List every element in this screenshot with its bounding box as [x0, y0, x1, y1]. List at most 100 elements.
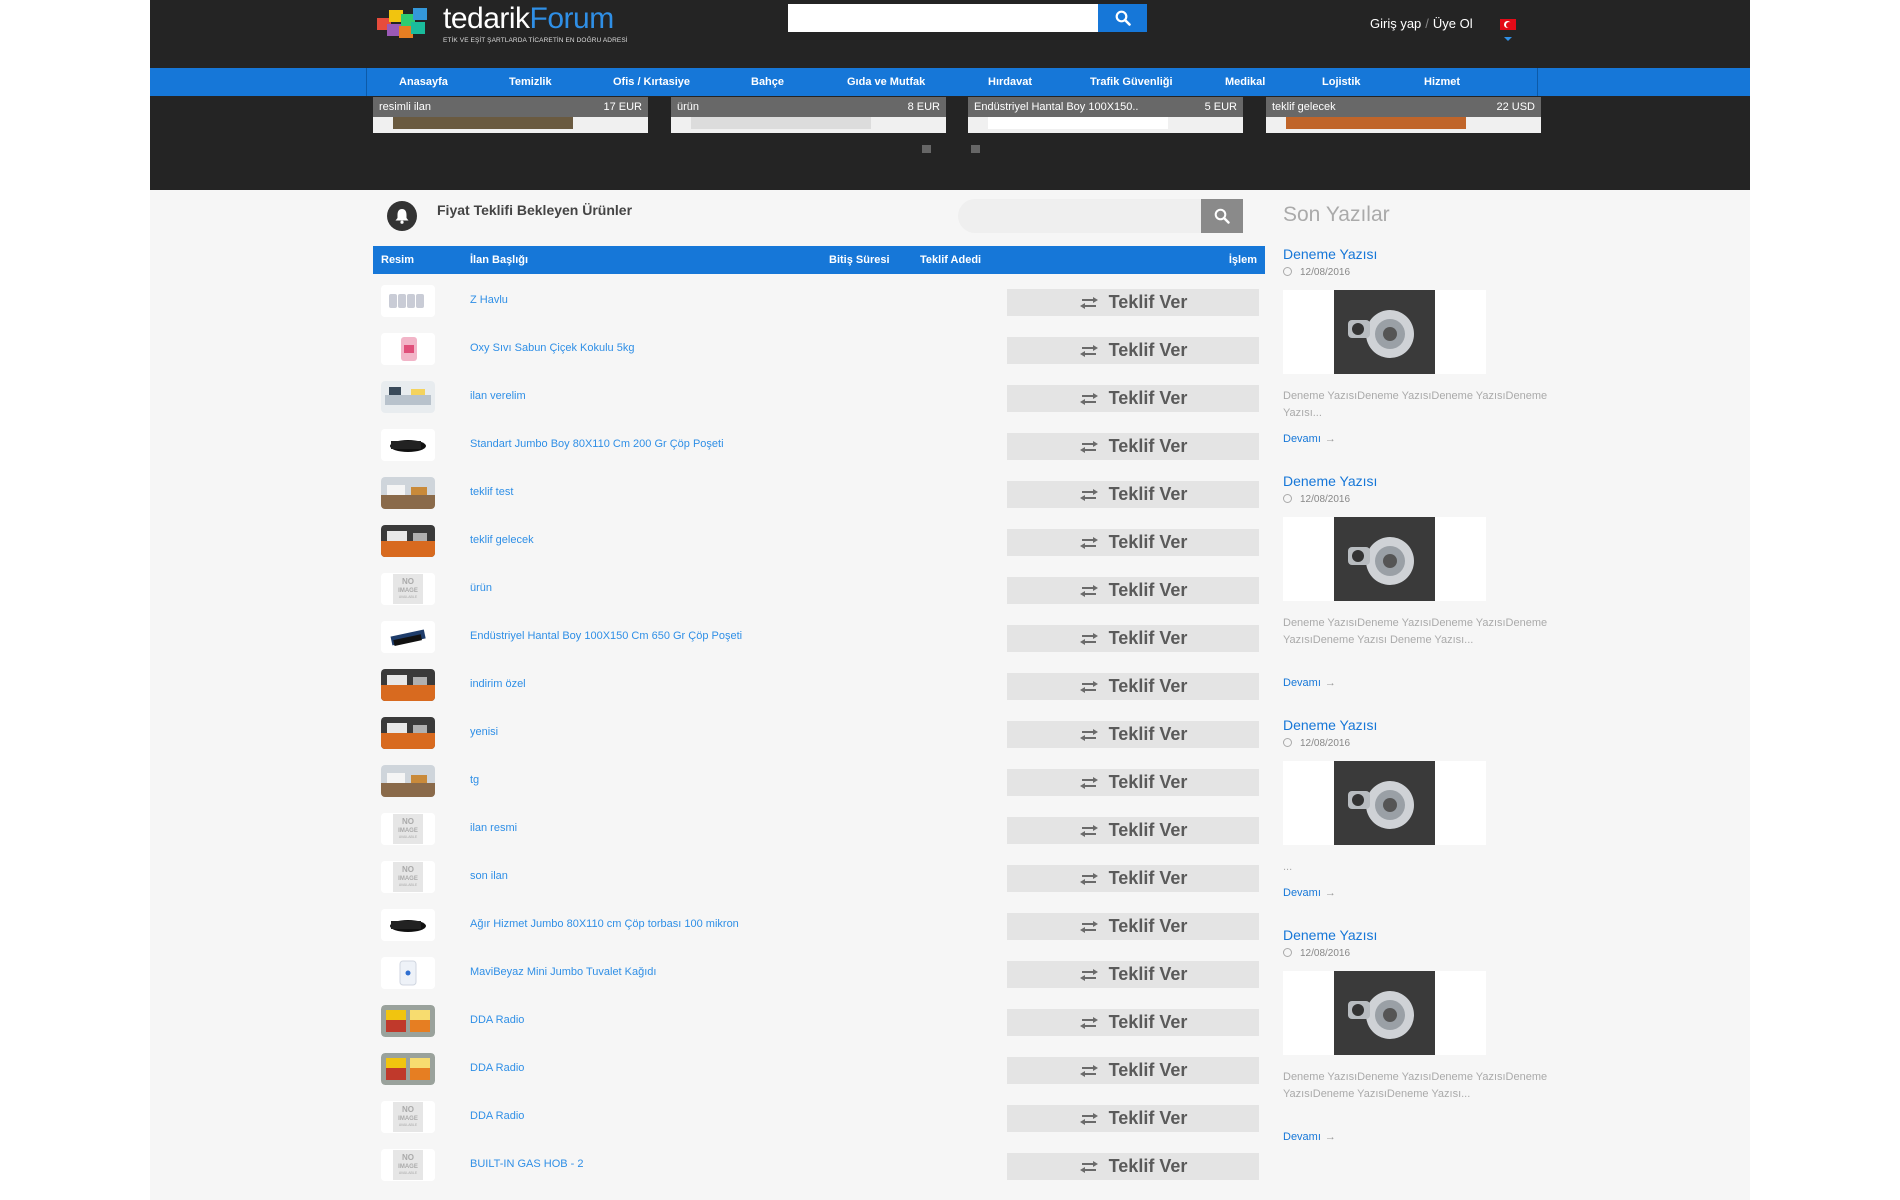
register-link[interactable]: Üye Ol	[1433, 16, 1473, 31]
site-logo[interactable]: tedarikForum ETİK VE EŞİT ŞARTLARDA TİCA…	[373, 2, 663, 48]
nav-item[interactable]: Anasayfa	[399, 68, 448, 96]
nav-item[interactable]: Bahçe	[751, 68, 784, 96]
carousel-dot[interactable]	[922, 145, 931, 153]
col-header-title[interactable]: İlan Başlığı	[470, 246, 528, 274]
make-offer-button[interactable]: Teklif Ver	[1007, 721, 1259, 748]
listing-thumbnail[interactable]	[381, 1005, 435, 1037]
nav-item[interactable]: Trafik Güvenliği	[1090, 68, 1173, 96]
listing-thumbnail[interactable]	[381, 429, 435, 461]
post-image[interactable]	[1283, 290, 1486, 374]
post-title-link[interactable]: Deneme Yazısı	[1283, 246, 1377, 262]
listing-title-link[interactable]: ilan verelim	[470, 390, 526, 402]
listing-thumbnail[interactable]	[381, 285, 435, 317]
nav-item[interactable]: Temizlik	[509, 68, 552, 96]
post-image[interactable]	[1283, 517, 1486, 601]
listing-thumbnail[interactable]	[381, 669, 435, 701]
listing-thumbnail[interactable]: NO IMAGE AVAILABLE	[381, 813, 435, 845]
listing-title-link[interactable]: Endüstriyel Hantal Boy 100X150 Cm 650 Gr…	[470, 630, 742, 642]
listing-title-link[interactable]: tg	[470, 774, 479, 786]
listing-search-input[interactable]	[958, 199, 1208, 233]
nav-item[interactable]: Hırdavat	[988, 68, 1032, 96]
listing-title-link[interactable]: yenisi	[470, 726, 498, 738]
listing-thumbnail[interactable]	[381, 909, 435, 941]
listing-title-link[interactable]: Z Havlu	[470, 294, 508, 306]
listing-title-link[interactable]: DDA Radio	[470, 1062, 524, 1074]
col-header-offers[interactable]: Teklif Adedi	[920, 246, 981, 274]
listing-thumbnail[interactable]	[381, 717, 435, 749]
listing-thumbnail[interactable]: NO IMAGE AVAILABLE	[381, 861, 435, 893]
make-offer-button[interactable]: Teklif Ver	[1007, 1153, 1259, 1180]
post-image[interactable]	[1283, 971, 1486, 1055]
carousel-item[interactable]: teklif gelecek 22 USD	[1266, 97, 1541, 133]
nav-item[interactable]: Ofis / Kırtasiye	[613, 68, 690, 96]
listing-thumbnail[interactable]	[381, 621, 435, 653]
make-offer-label: Teklif Ver	[1108, 388, 1188, 408]
nav-item[interactable]: Hizmet	[1424, 68, 1460, 96]
read-more-link[interactable]: Devamı →	[1283, 1131, 1336, 1143]
listing-title-link[interactable]: BUILT-IN GAS HOB - 2	[470, 1158, 584, 1170]
listing-thumbnail[interactable]	[381, 957, 435, 989]
make-offer-button[interactable]: Teklif Ver	[1007, 865, 1259, 892]
read-more-link[interactable]: Devamı →	[1283, 677, 1336, 689]
listing-title-link[interactable]: son ilan	[470, 870, 508, 882]
listing-title-link[interactable]: Ağır Hizmet Jumbo 80X110 cm Çöp torbası …	[470, 918, 739, 930]
listing-thumbnail[interactable]: NO IMAGE AVAILABLE	[381, 573, 435, 605]
make-offer-button[interactable]: Teklif Ver	[1007, 817, 1259, 844]
make-offer-button[interactable]: Teklif Ver	[1007, 289, 1259, 316]
listing-title-link[interactable]: teklif gelecek	[470, 534, 534, 546]
read-more-link[interactable]: Devamı →	[1283, 433, 1336, 445]
listing-thumbnail[interactable]	[381, 765, 435, 797]
post-image[interactable]	[1283, 761, 1486, 845]
make-offer-button[interactable]: Teklif Ver	[1007, 529, 1259, 556]
clock-icon	[1283, 494, 1292, 503]
login-link[interactable]: Giriş yap	[1370, 16, 1421, 31]
listing-title-link[interactable]: teklif test	[470, 486, 513, 498]
chevron-down-icon[interactable]	[1504, 37, 1512, 41]
make-offer-button[interactable]: Teklif Ver	[1007, 913, 1259, 940]
make-offer-button[interactable]: Teklif Ver	[1007, 433, 1259, 460]
carousel-item[interactable]: Endüstriyel Hantal Boy 100X150.. 5 EUR	[968, 97, 1243, 133]
post-title-link[interactable]: Deneme Yazısı	[1283, 473, 1377, 489]
nav-item[interactable]: Gıda ve Mutfak	[847, 68, 925, 96]
listing-thumbnail[interactable]	[381, 525, 435, 557]
listing-thumbnail[interactable]: NO IMAGE AVAILABLE	[381, 1101, 435, 1133]
carousel-dot[interactable]	[971, 145, 980, 153]
exchange-arrows-icon	[1079, 968, 1098, 981]
listing-title-link[interactable]: ürün	[470, 582, 492, 594]
post-title-link[interactable]: Deneme Yazısı	[1283, 927, 1377, 943]
make-offer-button[interactable]: Teklif Ver	[1007, 1057, 1259, 1084]
make-offer-button[interactable]: Teklif Ver	[1007, 1105, 1259, 1132]
nav-item[interactable]: Medikal	[1225, 68, 1265, 96]
listing-title-link[interactable]: Standart Jumbo Boy 80X110 Cm 200 Gr Çöp …	[470, 438, 724, 450]
header-search-button[interactable]	[1098, 4, 1147, 32]
listing-title-link[interactable]: indirim özel	[470, 678, 526, 690]
listing-thumbnail[interactable]	[381, 477, 435, 509]
listing-title-link[interactable]: ilan resmi	[470, 822, 517, 834]
listing-search-button[interactable]	[1201, 199, 1243, 233]
listing-title-link[interactable]: DDA Radio	[470, 1014, 524, 1026]
read-more-link[interactable]: Devamı →	[1283, 887, 1336, 899]
carousel-item[interactable]: ürün 8 EUR	[671, 97, 946, 133]
make-offer-button[interactable]: Teklif Ver	[1007, 481, 1259, 508]
col-header-expiry[interactable]: Bitiş Süresi	[829, 246, 890, 274]
nav-item[interactable]: Lojistik	[1322, 68, 1361, 96]
listing-title-link[interactable]: DDA Radio	[470, 1110, 524, 1122]
carousel-item[interactable]: resimli ilan 17 EUR	[373, 97, 648, 133]
listing-thumbnail[interactable]	[381, 333, 435, 365]
listing-thumbnail[interactable]	[381, 381, 435, 413]
post-title-link[interactable]: Deneme Yazısı	[1283, 717, 1377, 733]
make-offer-button[interactable]: Teklif Ver	[1007, 625, 1259, 652]
make-offer-button[interactable]: Teklif Ver	[1007, 1009, 1259, 1036]
listing-thumbnail[interactable]: NO IMAGE AVAILABLE	[381, 1149, 435, 1181]
turkish-flag-icon[interactable]	[1500, 19, 1516, 30]
make-offer-button[interactable]: Teklif Ver	[1007, 673, 1259, 700]
make-offer-button[interactable]: Teklif Ver	[1007, 769, 1259, 796]
listing-thumbnail[interactable]	[381, 1053, 435, 1085]
make-offer-button[interactable]: Teklif Ver	[1007, 385, 1259, 412]
make-offer-button[interactable]: Teklif Ver	[1007, 337, 1259, 364]
make-offer-button[interactable]: Teklif Ver	[1007, 577, 1259, 604]
make-offer-button[interactable]: Teklif Ver	[1007, 961, 1259, 988]
listing-title-link[interactable]: Oxy Sıvı Sabun Çiçek Kokulu 5kg	[470, 342, 634, 354]
header-search-input[interactable]	[788, 4, 1098, 32]
listing-title-link[interactable]: MaviBeyaz Mini Jumbo Tuvalet Kağıdı	[470, 966, 656, 978]
